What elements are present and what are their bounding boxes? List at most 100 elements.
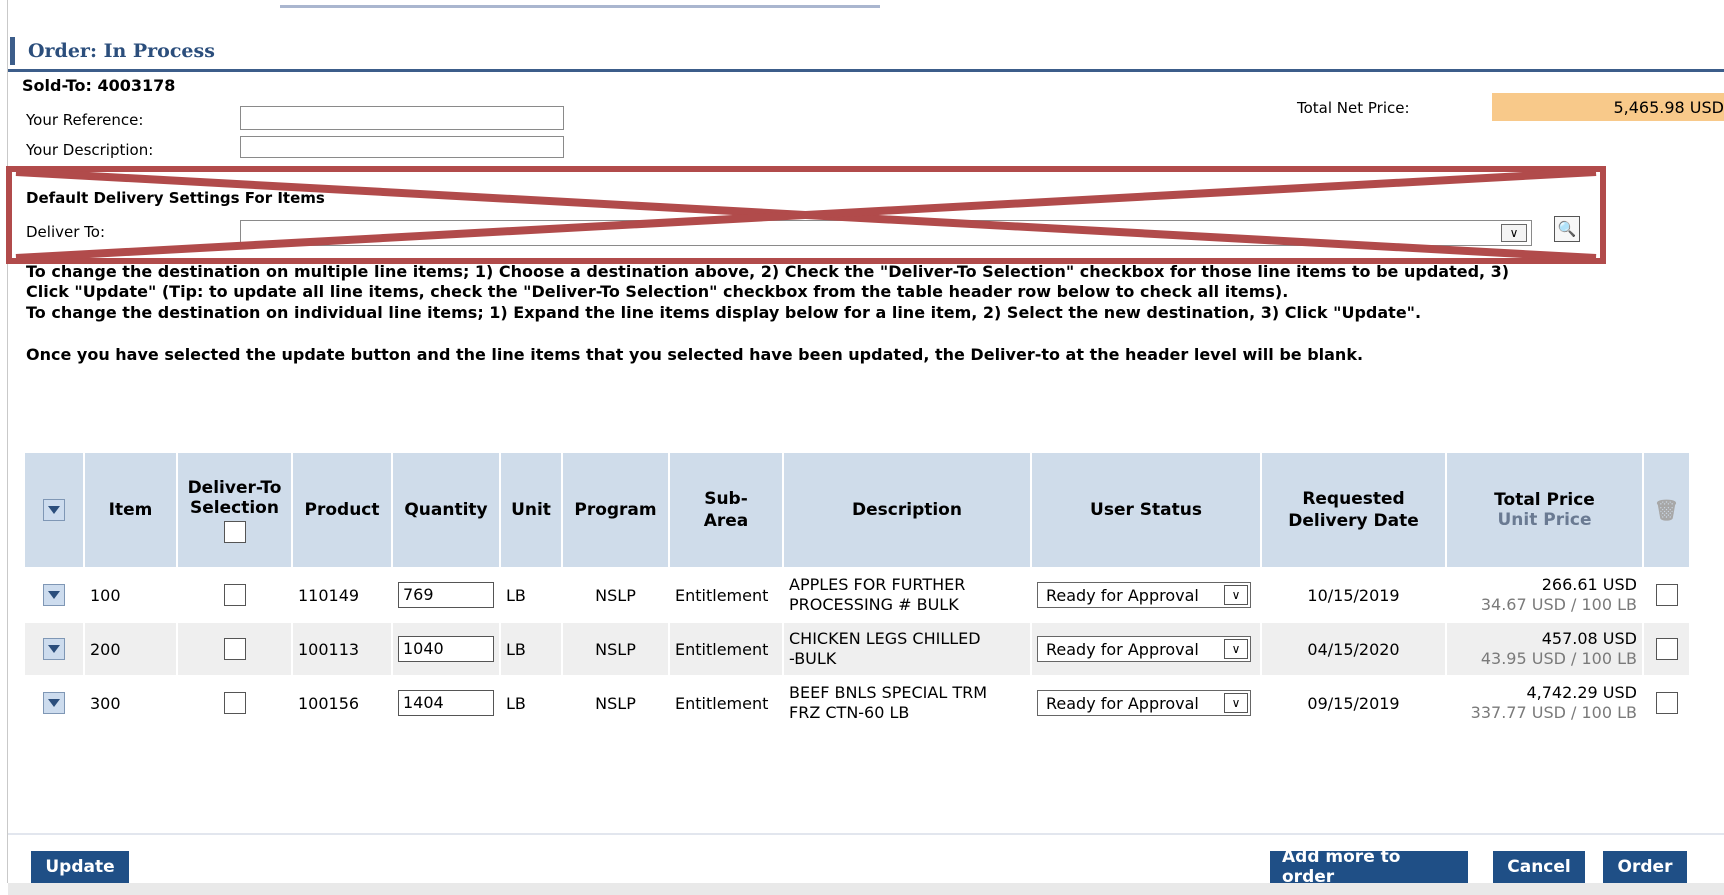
page-title: Order: In Process [28, 40, 215, 62]
expand-row-icon[interactable] [43, 692, 65, 714]
row-unit-price: 34.67 USD / 100 LB [1480, 595, 1637, 614]
your-reference-input[interactable] [240, 106, 564, 130]
row-deliver-to-cell[interactable] [178, 621, 291, 675]
cancel-button[interactable]: Cancel [1493, 851, 1585, 883]
row-deliver-to-cell[interactable] [178, 567, 291, 621]
row-price-cell: 266.61 USD 34.67 USD / 100 LB [1447, 567, 1642, 621]
header-delete[interactable]: 🗑 [1644, 453, 1689, 567]
chevron-down-icon[interactable]: ∨ [1501, 224, 1527, 242]
header-sub-area-label: Sub-Area [703, 489, 749, 531]
select-all-checkbox[interactable] [223, 520, 246, 543]
top-divider [280, 5, 880, 8]
row-deliver-to-cell[interactable] [178, 675, 291, 729]
instruction-line-1: To change the destination on multiple li… [26, 262, 1510, 281]
row-unit: LB [501, 621, 561, 675]
add-more-to-order-button[interactable]: Add more to order [1270, 847, 1468, 887]
header-requested-delivery-date-label: Requested Delivery Date [1288, 489, 1419, 531]
row-price-cell: 457.08 USD 43.95 USD / 100 LB [1447, 621, 1642, 675]
row-quantity-cell[interactable]: 1404 [393, 675, 499, 729]
row-delete-cell[interactable] [1644, 621, 1689, 675]
delete-checkbox[interactable] [1655, 638, 1678, 660]
your-description-label: Your Description: [26, 141, 154, 159]
row-item: 200 [85, 621, 176, 675]
row-unit: LB [501, 567, 561, 621]
user-status-value: Ready for Approval [1046, 639, 1199, 659]
footer-background [8, 883, 1724, 895]
row-delete-cell[interactable] [1644, 567, 1689, 621]
user-status-select[interactable]: Ready for Approval ∨ [1037, 582, 1251, 608]
row-expand-cell[interactable] [25, 621, 83, 675]
row-quantity-cell[interactable]: 1040 [393, 621, 499, 675]
sold-to-label: Sold-To: 4003178 [22, 76, 176, 95]
expand-row-icon[interactable] [43, 638, 65, 660]
user-status-value: Ready for Approval [1046, 693, 1199, 713]
order-button[interactable]: Order [1603, 851, 1687, 883]
user-status-select[interactable]: Ready for Approval ∨ [1037, 636, 1251, 662]
row-total-price: 266.61 USD [1541, 575, 1637, 594]
trash-icon[interactable]: 🗑 [1654, 498, 1679, 522]
deliver-to-select[interactable]: ∨ [240, 220, 1532, 246]
user-status-value: Ready for Approval [1046, 585, 1199, 605]
row-description: CHICKEN LEGS CHILLED -BULK [784, 621, 1030, 675]
row-description-line-2: PROCESSING # BULK [789, 595, 959, 614]
chevron-down-icon[interactable]: ∨ [1224, 639, 1248, 659]
deliver-to-checkbox[interactable] [223, 584, 246, 606]
row-requested-date: 10/15/2019 [1262, 567, 1445, 621]
header-description: Description [784, 453, 1030, 567]
user-status-select[interactable]: Ready for Approval ∨ [1037, 690, 1251, 716]
instruction-line-2: Click "Update" (Tip: to update all line … [26, 282, 1289, 301]
deliver-to-checkbox[interactable] [223, 692, 246, 714]
row-total-price: 4,742.29 USD [1526, 683, 1637, 702]
your-reference-label: Your Reference: [26, 111, 144, 129]
row-unit-price: 337.77 USD / 100 LB [1470, 703, 1637, 722]
table-row: 200 100113 1040 LB NSLP Entitlement CHIC… [25, 621, 1689, 675]
row-expand-cell[interactable] [25, 567, 83, 621]
row-quantity-cell[interactable]: 769 [393, 567, 499, 621]
instruction-line-4: Once you have selected the update button… [26, 345, 1364, 364]
lookup-icon[interactable]: 🔍 [1554, 216, 1580, 242]
header-product: Product [293, 453, 391, 567]
row-sub-area: Entitlement [670, 567, 782, 621]
table-row: 300 100156 1404 LB NSLP Entitlement BEEF… [25, 675, 1689, 729]
row-item: 300 [85, 675, 176, 729]
row-item: 100 [85, 567, 176, 621]
title-bar [8, 37, 1724, 72]
row-description-line-2: FRZ CTN-60 LB [789, 703, 910, 722]
row-total-price: 457.08 USD [1541, 629, 1637, 648]
quantity-input[interactable]: 1404 [398, 690, 494, 716]
header-expand-all[interactable] [25, 453, 83, 567]
update-button[interactable]: Update [31, 851, 129, 883]
row-expand-cell[interactable] [25, 675, 83, 729]
table-row: 100 110149 769 LB NSLP Entitlement APPLE… [25, 567, 1689, 621]
header-item: Item [85, 453, 176, 567]
row-status-cell[interactable]: Ready for Approval ∨ [1032, 675, 1260, 729]
row-program: NSLP [563, 675, 668, 729]
row-program: NSLP [563, 567, 668, 621]
row-description-line-1: CHICKEN LEGS CHILLED [789, 629, 981, 648]
header-total-price-label: Total Price [1494, 490, 1595, 510]
header-deliver-to-selection-label: Deliver-To Selection [187, 477, 282, 518]
row-description: BEEF BNLS SPECIAL TRM FRZ CTN-60 LB [784, 675, 1030, 729]
page-frame [7, 0, 1724, 883]
header-total-price: Total Price Unit Price [1447, 453, 1642, 567]
expand-row-icon[interactable] [43, 584, 65, 606]
quantity-input[interactable]: 1040 [398, 636, 494, 662]
delete-checkbox[interactable] [1655, 692, 1678, 714]
line-items-table: Item Deliver-To Selection Product Quanti… [23, 453, 1691, 729]
chevron-down-icon[interactable]: ∨ [1224, 693, 1248, 713]
row-status-cell[interactable]: Ready for Approval ∨ [1032, 567, 1260, 621]
expand-all-icon[interactable] [43, 499, 65, 521]
footer-divider [8, 833, 1724, 835]
chevron-down-icon[interactable]: ∨ [1224, 585, 1248, 605]
delete-checkbox[interactable] [1655, 584, 1678, 606]
row-delete-cell[interactable] [1644, 675, 1689, 729]
quantity-input[interactable]: 769 [398, 582, 494, 608]
row-description-line-1: BEEF BNLS SPECIAL TRM [789, 683, 988, 702]
row-description: APPLES FOR FURTHER PROCESSING # BULK [784, 567, 1030, 621]
deliver-to-checkbox[interactable] [223, 638, 246, 660]
row-status-cell[interactable]: Ready for Approval ∨ [1032, 621, 1260, 675]
header-user-status: User Status [1032, 453, 1260, 567]
deliver-to-label: Deliver To: [26, 223, 105, 241]
your-description-input[interactable] [240, 136, 564, 158]
row-product: 110149 [293, 567, 391, 621]
